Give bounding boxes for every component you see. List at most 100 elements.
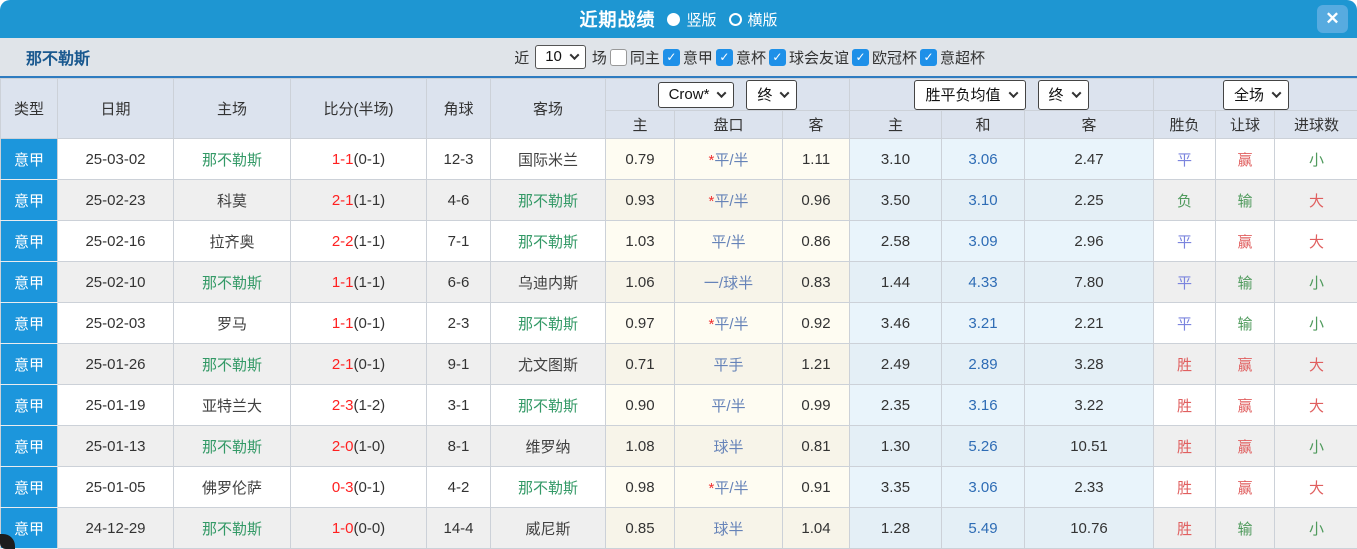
home-team-cell: 那不勒斯 [173, 261, 291, 303]
table-row: 意甲 25-01-19 亚特兰大 2-3(1-2) 3-1 那不勒斯 0.90 平/半 0.99… [0, 384, 1357, 426]
away-odds-cell: 1.11 [782, 138, 850, 180]
league-checkbox-label[interactable]: 球会友谊 [789, 47, 849, 68]
date-cell: 24-12-29 [57, 507, 174, 549]
league-checkbox-4[interactable] [919, 48, 937, 66]
league-filters: 意甲 意杯 球会友谊 欧冠杯 意超杯 [660, 47, 985, 68]
date-cell: 25-02-03 [57, 302, 174, 344]
table-row: 意甲 24-12-29 那不勒斯 1-0(0-0) 14-4 威尼斯 0.85 球半 1.04 1… [0, 507, 1357, 549]
date-cell: 25-01-26 [57, 343, 174, 385]
table-row: 意甲 25-01-26 那不勒斯 2-1(0-1) 9-1 尤文图斯 0.71 平手 1.21 2… [0, 343, 1357, 385]
home-team-cell: 拉齐奥 [173, 220, 291, 262]
close-button[interactable]: ✕ [1317, 5, 1348, 33]
date-cell: 25-02-10 [57, 261, 174, 303]
same-home-label: 同主 [629, 49, 660, 67]
away-odds-cell: 0.81 [782, 425, 850, 467]
goals-cell: 大 [1273, 179, 1357, 221]
avg-draw-cell: 5.26 [941, 425, 1025, 467]
table-row: 意甲 25-03-02 那不勒斯 1-1(0-1) 12-3 国际米兰 0.79 *平/半 1.… [0, 138, 1357, 180]
average-period-select[interactable]: 终 [1037, 79, 1089, 110]
handicap-cell: 平/半 [674, 220, 783, 262]
score-cell: 2-0(1-0) [290, 425, 427, 467]
recent-count-select[interactable]: 10 [535, 45, 586, 69]
recent-label: 近 [514, 49, 530, 67]
sub-header-result: 胜负 [1153, 110, 1216, 139]
chevron-down-icon [1008, 87, 1018, 98]
avg-win-cell: 3.10 [849, 138, 942, 180]
league-checkbox-label[interactable]: 意杯 [736, 47, 766, 68]
league-checkbox-3[interactable] [851, 48, 869, 66]
goals-cell: 大 [1273, 466, 1357, 508]
date-cell: 25-02-23 [57, 179, 174, 221]
score-cell: 1-0(0-0) [290, 507, 427, 549]
away-team-cell: 那不勒斯 [490, 302, 606, 344]
goals-cell: 大 [1273, 343, 1357, 385]
home-odds-cell: 1.08 [605, 425, 675, 467]
league-checkbox-2[interactable] [768, 48, 786, 66]
away-team-cell: 那不勒斯 [490, 179, 606, 221]
same-home-checkbox[interactable] [609, 48, 627, 66]
radio-selected-icon[interactable] [667, 12, 681, 26]
bookmaker-period-select[interactable]: 终 [746, 79, 798, 110]
home-odds-cell: 1.06 [605, 261, 675, 303]
away-odds-cell: 0.92 [782, 302, 850, 344]
league-cell: 意甲 [0, 261, 58, 303]
goals-cell: 大 [1273, 384, 1357, 426]
avg-win-cell: 2.35 [849, 384, 942, 426]
league-checkbox-label[interactable]: 欧冠杯 [872, 47, 917, 68]
avg-lose-cell: 2.96 [1024, 220, 1154, 262]
handicap-cell: 一/球半 [674, 261, 783, 303]
score-cell: 2-2(1-1) [290, 220, 427, 262]
radio-unselected-icon[interactable] [728, 12, 742, 26]
league-checkbox-label[interactable]: 意甲 [683, 47, 713, 68]
away-team-cell: 维罗纳 [490, 425, 606, 467]
league-cell: 意甲 [0, 138, 58, 180]
away-team-cell: 尤文图斯 [490, 343, 606, 385]
home-odds-cell: 0.71 [605, 343, 675, 385]
avg-draw-cell: 3.09 [941, 220, 1025, 262]
avg-draw-cell: 5.49 [941, 507, 1025, 549]
let-ball-cell: 输 [1215, 302, 1275, 344]
let-ball-cell: 输 [1215, 179, 1275, 221]
layout-radio-vertical[interactable]: 竖版 [657, 9, 717, 30]
col-header-home: 主场 [173, 78, 291, 139]
home-team-cell: 佛罗伦萨 [173, 466, 291, 508]
layout-radio-horizontal[interactable]: 横版 [719, 9, 778, 30]
col-header-corner: 角球 [426, 78, 491, 139]
col-header-date: 日期 [57, 78, 174, 139]
home-team-cell: 科莫 [173, 179, 291, 221]
table-row: 意甲 25-02-16 拉齐奥 2-2(1-1) 7-1 那不勒斯 1.03 平/半 0.86 2… [0, 220, 1357, 262]
avg-lose-cell: 3.22 [1024, 384, 1154, 426]
league-cell: 意甲 [0, 343, 58, 385]
recent-results-dialog: 近期战绩 竖版 横版 ✕ 那不勒斯 近 10 场 同主 意甲意杯球会友谊欧冠杯意… [0, 0, 1357, 549]
bookmaker-select[interactable]: Crow* [657, 81, 735, 108]
handicap-cell: 球半 [674, 507, 783, 549]
date-cell: 25-01-19 [57, 384, 174, 426]
home-odds-cell: 0.98 [605, 466, 675, 508]
average-odds-select[interactable]: 胜平负均值 [914, 79, 1026, 110]
corner-cell: 14-4 [426, 507, 491, 549]
avg-win-cell: 3.46 [849, 302, 942, 344]
handicap-cell: *平/半 [674, 179, 783, 221]
result-cell: 胜 [1153, 384, 1216, 426]
league-checkbox-1[interactable] [715, 48, 733, 66]
away-odds-cell: 0.86 [782, 220, 850, 262]
home-team-cell: 那不勒斯 [173, 507, 291, 549]
league-checkbox-0[interactable] [662, 48, 680, 66]
avg-win-cell: 2.58 [849, 220, 942, 262]
sub-header-avg-lose: 客 [1024, 110, 1154, 139]
avg-lose-cell: 10.76 [1024, 507, 1154, 549]
away-odds-cell: 0.83 [782, 261, 850, 303]
avg-lose-cell: 10.51 [1024, 425, 1154, 467]
corner-cell: 2-3 [426, 302, 491, 344]
table-row: 意甲 25-02-03 罗马 1-1(0-1) 2-3 那不勒斯 0.97 *平/半 0.92 3… [0, 302, 1357, 344]
result-cell: 胜 [1153, 507, 1216, 549]
fulltime-select[interactable]: 全场 [1223, 79, 1290, 110]
col-header-score: 比分(半场) [290, 78, 427, 139]
league-checkbox-label[interactable]: 意超杯 [940, 47, 985, 68]
away-odds-cell: 1.21 [782, 343, 850, 385]
handicap-cell: 平/半 [674, 384, 783, 426]
score-cell: 2-1(0-1) [290, 343, 427, 385]
goals-cell: 小 [1273, 425, 1357, 467]
score-cell: 1-1(1-1) [290, 261, 427, 303]
handicap-cell: *平/半 [674, 302, 783, 344]
